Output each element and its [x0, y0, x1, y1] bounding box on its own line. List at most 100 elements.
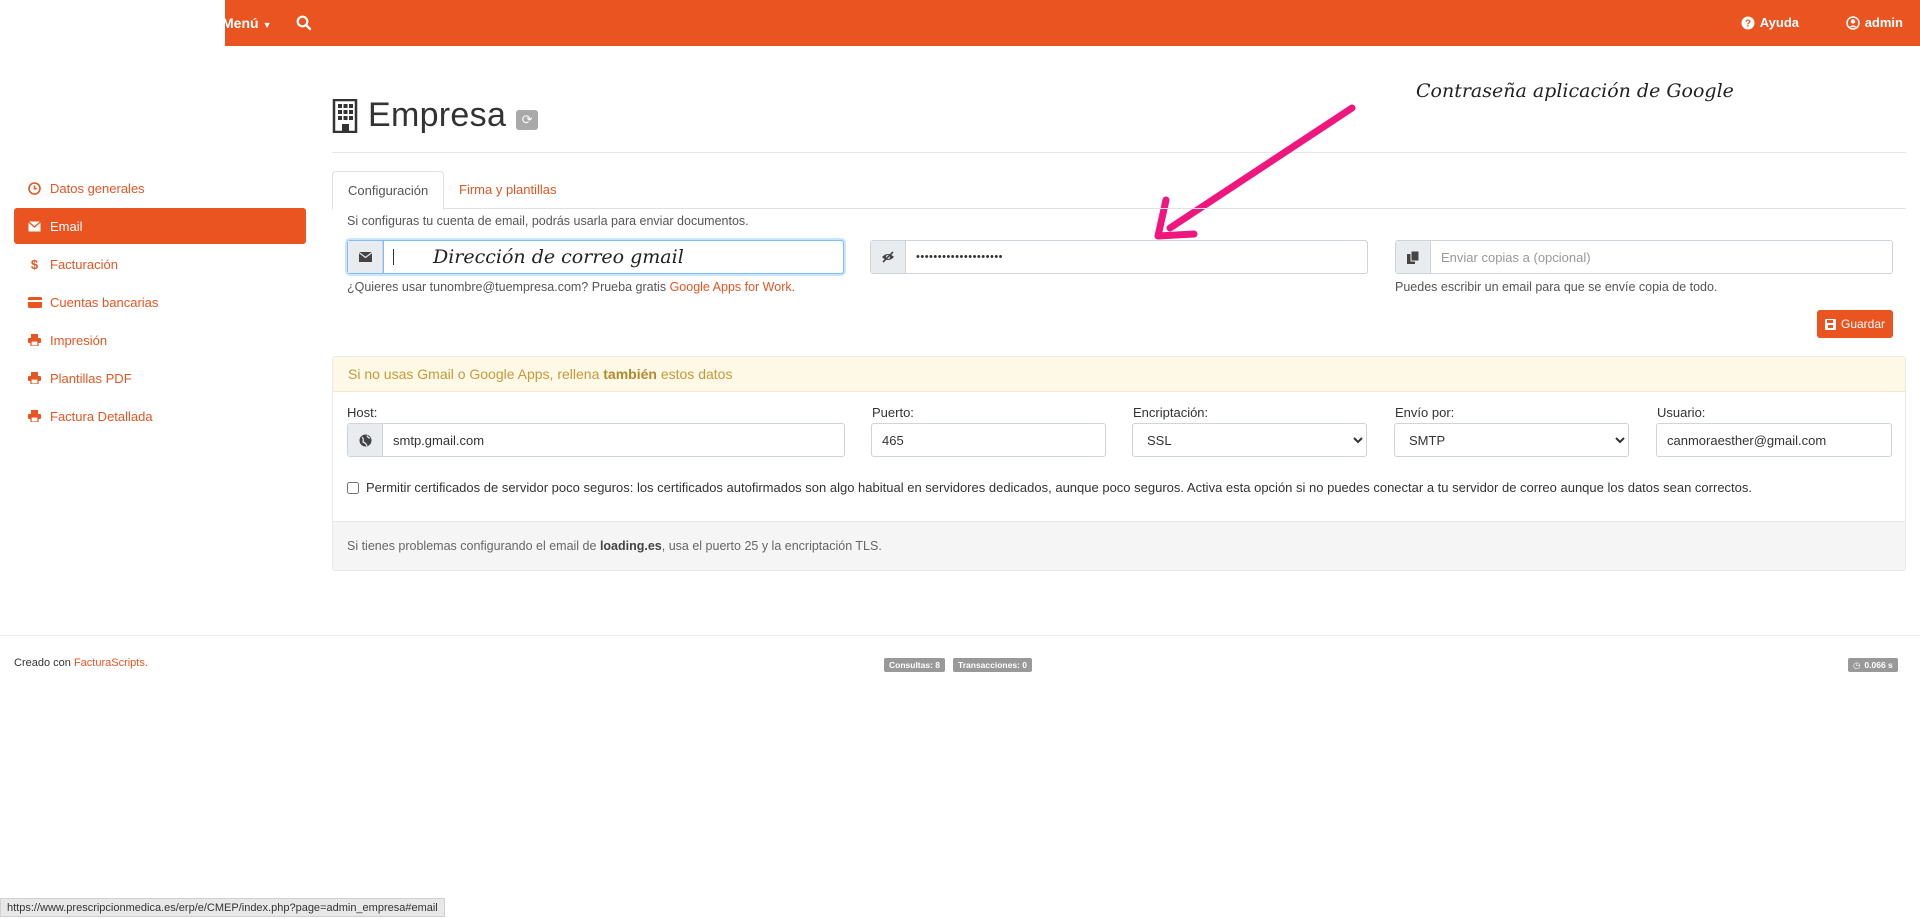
- tab-bar: Configuración Firma y plantillas: [332, 171, 1906, 210]
- email-help-prefix: ¿Quieres usar tunombre@tuempresa.com? Pr…: [347, 280, 670, 294]
- text-cursor: [393, 249, 394, 265]
- question-circle-icon: ?: [1741, 16, 1755, 30]
- user-field-label: Usuario:: [1657, 405, 1706, 420]
- email-intro-text: Si configuras tu cuenta de email, podrás…: [347, 214, 749, 228]
- encryption-label: Encriptación:: [1133, 405, 1209, 420]
- sidebar-item-plantillas-pdf[interactable]: Plantillas PDF: [14, 360, 306, 396]
- caret-down-icon: ▼: [262, 20, 272, 30]
- smtp-header-prefix: Si no usas Gmail o Google Apps, rellena: [348, 366, 604, 382]
- smtp-header-suffix: estos datos: [656, 366, 733, 382]
- envelope-icon: [27, 220, 42, 232]
- smtp-foot-prefix: Si tienes problemas configurando el emai…: [347, 539, 600, 553]
- eye-slash-icon[interactable]: [871, 241, 906, 273]
- annotation-google-password: Contraseña aplicación de Google: [1416, 80, 1734, 102]
- host-input-group: [347, 423, 845, 457]
- email-help-text: ¿Quieres usar tunombre@tuempresa.com? Pr…: [347, 280, 795, 294]
- user-menu[interactable]: admin: [1845, 0, 1903, 46]
- sidebar-item-label: Impresión: [50, 332, 108, 348]
- port-input-group: [871, 423, 1106, 457]
- top-navbar: Menú ▼ ? Ayuda admin: [0, 0, 1920, 46]
- floppy-icon: [1824, 318, 1836, 330]
- envelope-icon: [348, 241, 383, 273]
- encryption-select-group: SSL: [1132, 423, 1367, 457]
- sidebar-item-label: Datos generales: [50, 180, 145, 196]
- sidebar-item-label: Plantillas PDF: [50, 370, 132, 386]
- timing-badge: ◷ 0.066 s: [1848, 658, 1898, 672]
- smtp-foot-domain: loading.es: [599, 539, 662, 553]
- svg-text:?: ?: [1745, 19, 1751, 30]
- sidebar-item-datos-generales[interactable]: Datos generales: [14, 170, 306, 206]
- tab-firma-plantillas[interactable]: Firma y plantillas: [444, 171, 572, 210]
- printer-icon: [27, 410, 42, 422]
- globe-icon: [348, 424, 383, 456]
- smtp-header-bold: también: [603, 366, 657, 382]
- host-input[interactable]: [383, 424, 844, 456]
- user-label: admin: [1864, 15, 1903, 30]
- printer-icon: [27, 334, 42, 346]
- tab-configuracion[interactable]: Configuración: [332, 171, 445, 210]
- smtp-foot-suffix: , usa el puerto 25 y la encriptación TLS…: [661, 539, 882, 553]
- user-input-group: [1656, 423, 1892, 457]
- clock-icon: [27, 181, 42, 195]
- building-icon: [332, 98, 358, 133]
- footer-credit-prefix: Creado con: [14, 657, 74, 669]
- encryption-select[interactable]: SSL: [1133, 424, 1366, 456]
- google-apps-link[interactable]: Google Apps for Work.: [670, 280, 796, 294]
- dollar-icon: $: [30, 256, 39, 272]
- printer-icon: [27, 372, 42, 384]
- user-circle-icon: [1845, 16, 1860, 30]
- copy-icon: [1396, 241, 1431, 273]
- smtp-panel-header: Si no usas Gmail o Google Apps, rellena …: [333, 357, 1905, 392]
- transactions-badge: Transacciones: 0: [953, 658, 1032, 672]
- facturascripts-link[interactable]: FacturaScripts.: [74, 657, 148, 669]
- page-title-text: Empresa: [368, 96, 507, 134]
- email-input[interactable]: [383, 240, 844, 274]
- sidebar-item-label: Factura Detallada: [50, 408, 153, 424]
- refresh-icon: ⟳: [521, 111, 533, 127]
- timing-value: 0.066 s: [1864, 660, 1893, 670]
- help-link[interactable]: ? Ayuda: [1741, 0, 1799, 46]
- sidebar-item-cuentas-bancarias[interactable]: Cuentas bancarias: [14, 284, 306, 320]
- copy-help-text: Puedes escribir un email para que se env…: [1395, 280, 1718, 294]
- send-via-label: Envío por:: [1395, 405, 1455, 420]
- footer-credit: Creado con FacturaScripts.: [14, 657, 148, 669]
- menu-dropdown[interactable]: Menú ▼: [222, 0, 271, 46]
- insecure-cert-row: Permitir certificados de servidor poco s…: [347, 480, 1752, 495]
- queries-badge: Consultas: 8: [884, 658, 946, 672]
- sidebar-item-impresion[interactable]: Impresión: [14, 322, 306, 358]
- sidebar-item-label: Facturación: [50, 256, 118, 272]
- status-bar-url: https://www.prescripcionmedica.es/erp/e/…: [0, 898, 445, 917]
- sidebar: Datos generales Email $ Facturación Cuen…: [14, 170, 306, 436]
- send-via-select[interactable]: SMTP: [1395, 424, 1628, 456]
- host-label: Host:: [347, 405, 378, 420]
- email-input-group: [347, 240, 844, 274]
- page-title: Empresa ⟳: [332, 96, 539, 135]
- footer-divider: [0, 635, 1920, 636]
- refresh-button[interactable]: ⟳: [516, 109, 539, 130]
- search-icon[interactable]: [294, 13, 314, 33]
- insecure-cert-label: Permitir certificados de servidor poco s…: [366, 480, 1753, 495]
- copy-input-group: [1395, 240, 1893, 274]
- send-via-select-group: SMTP: [1394, 423, 1629, 457]
- smtp-user-input[interactable]: [1657, 424, 1891, 456]
- menu-label: Menú: [222, 15, 259, 31]
- clock-icon: ◷: [1853, 660, 1861, 670]
- password-input[interactable]: [906, 241, 1367, 273]
- sidebar-item-label: Cuentas bancarias: [50, 294, 159, 310]
- logo-area: [0, 0, 225, 46]
- copy-email-input[interactable]: [1431, 241, 1892, 273]
- smtp-panel-footer: Si tienes problemas configurando el emai…: [333, 521, 1905, 570]
- save-button[interactable]: Guardar: [1817, 310, 1893, 338]
- port-input[interactable]: [872, 424, 1105, 456]
- credit-card-icon: [27, 296, 42, 308]
- help-label: Ayuda: [1759, 15, 1799, 30]
- password-input-group: [870, 240, 1368, 274]
- port-label: Puerto:: [872, 405, 914, 420]
- title-divider: [332, 152, 1906, 153]
- sidebar-item-email[interactable]: Email: [14, 208, 306, 244]
- sidebar-item-facturacion[interactable]: $ Facturación: [14, 246, 306, 282]
- insecure-cert-checkbox[interactable]: [347, 481, 359, 494]
- save-label: Guardar: [1840, 317, 1886, 331]
- sidebar-item-factura-detallada[interactable]: Factura Detallada: [14, 398, 306, 434]
- sidebar-item-label: Email: [50, 218, 83, 234]
